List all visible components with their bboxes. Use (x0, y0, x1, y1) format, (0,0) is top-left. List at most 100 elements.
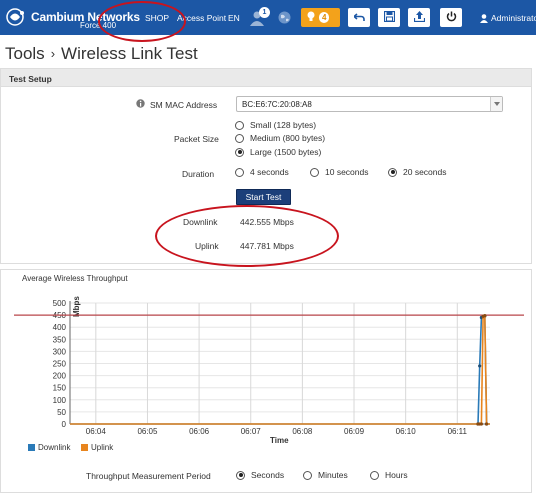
radio-circle-selected[interactable] (236, 470, 245, 480)
radio-circle[interactable] (303, 470, 312, 480)
duration-option-20s[interactable]: 20 seconds (388, 167, 446, 177)
y-tick-label: 250 (53, 360, 67, 369)
chevron-down-icon (490, 97, 502, 111)
y-tick-label: 200 (53, 372, 67, 381)
radio-circle[interactable] (235, 167, 244, 177)
info-icon[interactable] (136, 99, 145, 110)
y-tick-label: 50 (57, 408, 66, 417)
undo-button[interactable] (348, 8, 370, 27)
series-line-downlink (70, 314, 490, 425)
y-axis-label: Mbps (72, 296, 81, 317)
packet-option-small[interactable]: Small (128 bytes) (235, 120, 316, 130)
series-point (478, 364, 482, 368)
page-title: Tools › Wireless Link Test (5, 44, 198, 64)
legend-label: Uplink (91, 443, 114, 452)
period-option-hours[interactable]: Hours (370, 470, 408, 480)
radio-circle-selected[interactable] (235, 147, 244, 157)
save-button[interactable] (378, 8, 400, 27)
option-label: 4 seconds (250, 167, 289, 177)
option-label: Medium (800 bytes) (250, 133, 326, 143)
globe-icon[interactable] (278, 11, 291, 26)
user-count-badge: 1 (259, 7, 270, 18)
y-tick-label: 100 (53, 396, 67, 405)
breadcrumb-current: Wireless Link Test (61, 44, 198, 63)
chart-title: Average Wireless Throughput (22, 274, 128, 283)
breadcrumb-separator: › (50, 46, 56, 61)
radio-circle-selected[interactable] (388, 167, 397, 177)
nav-language[interactable]: EN (228, 13, 240, 23)
save-icon (383, 10, 395, 24)
series-point (484, 422, 489, 426)
undo-icon (352, 12, 365, 24)
person-icon (480, 14, 488, 25)
mac-select-value: BC:E6:7C:20:08:A8 (242, 100, 312, 109)
legend-swatch (28, 444, 35, 451)
option-label: Hours (385, 470, 408, 480)
option-label: 10 seconds (325, 167, 369, 177)
mac-select[interactable]: BC:E6:7C:20:08:A8 (236, 96, 503, 112)
mac-label: SM MAC Address (150, 100, 218, 110)
series-line-uplink (70, 314, 490, 425)
radio-circle[interactable] (235, 120, 244, 130)
y-tick-label: 500 (53, 299, 67, 308)
apply-button[interactable] (408, 8, 430, 27)
option-label: Small (128 bytes) (250, 120, 317, 130)
period-label: Throughput Measurement Period (86, 471, 211, 481)
upload-icon (413, 11, 425, 24)
nav-access-point[interactable]: Access Point (177, 13, 226, 23)
x-tick-label: 06:10 (396, 427, 417, 436)
series-point (479, 422, 483, 426)
start-test-button[interactable]: Start Test (236, 189, 291, 205)
option-label: Seconds (251, 470, 285, 480)
legend-label: Downlink (38, 443, 71, 452)
reboot-button[interactable] (440, 8, 462, 27)
radio-circle[interactable] (370, 470, 379, 480)
packet-size-label: Packet Size (174, 134, 219, 144)
downlink-label: Downlink (183, 217, 218, 227)
legend-swatch (81, 444, 88, 451)
radio-circle[interactable] (235, 133, 244, 143)
duration-option-10s[interactable]: 10 seconds (310, 167, 368, 177)
nav-shop[interactable]: SHOP (145, 13, 169, 23)
alert-count: 4 (319, 12, 330, 23)
top-bar: Cambium Networks Force 400 SHOP Access P… (0, 0, 536, 35)
y-tick-label: 0 (62, 420, 67, 429)
downlink-value: 442.555 Mbps (240, 217, 294, 227)
lightbulb-icon (307, 11, 315, 24)
x-tick-label: 06:05 (137, 427, 158, 436)
panel-heading: Test Setup (1, 69, 531, 87)
x-tick-label: 06:11 (448, 427, 468, 436)
y-tick-label: 150 (53, 384, 67, 393)
x-tick-label: 06:06 (189, 427, 210, 436)
throughput-chart: 05010015020025030035040045050006:04 06:05… (14, 296, 524, 445)
device-model: Force 400 (80, 21, 117, 30)
power-icon (446, 11, 457, 24)
breadcrumb-section[interactable]: Tools (5, 44, 45, 63)
x-tick-label: 06:08 (292, 427, 313, 436)
period-option-minutes[interactable]: Minutes (303, 470, 348, 480)
uplink-value: 447.781 Mbps (240, 241, 294, 251)
legend-downlink[interactable]: Downlink (28, 443, 70, 452)
packet-option-large[interactable]: Large (1500 bytes) (235, 147, 321, 157)
option-label: 20 seconds (403, 167, 447, 177)
period-option-seconds[interactable]: Seconds (236, 470, 284, 480)
option-label: Minutes (318, 470, 348, 480)
y-tick-label: 300 (53, 347, 67, 356)
option-label: Large (1500 bytes) (250, 147, 322, 157)
duration-option-4s[interactable]: 4 seconds (235, 167, 289, 177)
y-tick-label: 350 (53, 335, 67, 344)
x-tick-label: 06:04 (86, 427, 107, 436)
x-tick-label: 06:09 (344, 427, 365, 436)
cambium-logo-icon (6, 8, 28, 26)
uplink-label: Uplink (195, 241, 219, 251)
y-tick-label: 400 (53, 323, 67, 332)
radio-circle[interactable] (310, 167, 319, 177)
alerts-button[interactable]: 4 (301, 8, 340, 27)
admin-menu[interactable]: Administrator (491, 13, 536, 23)
duration-label: Duration (182, 169, 215, 179)
series-point (483, 313, 487, 318)
packet-option-medium[interactable]: Medium (800 bytes) (235, 133, 325, 143)
brand-logo[interactable]: Cambium Networks (6, 8, 140, 26)
legend-uplink[interactable]: Uplink (81, 443, 113, 452)
x-tick-label: 06:07 (241, 427, 262, 436)
